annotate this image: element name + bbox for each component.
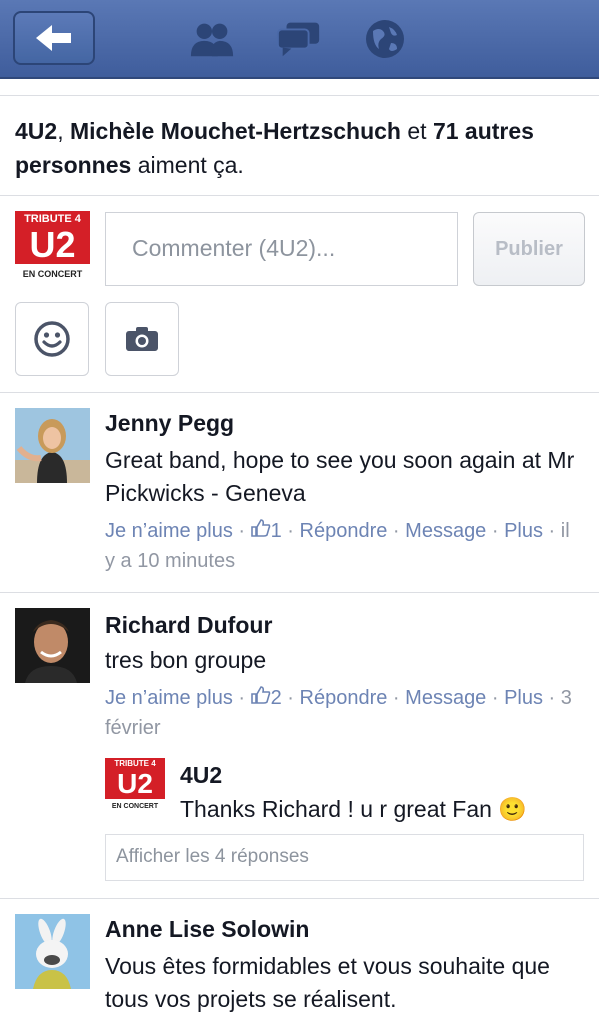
unlike-link[interactable]: Je n’aime plus bbox=[105, 687, 233, 709]
comment-input[interactable]: Commenter (4U2)... bbox=[105, 212, 458, 286]
reply-text: Thanks Richard ! u r great Fan 🙂 bbox=[180, 796, 527, 822]
emoji-button[interactable] bbox=[15, 302, 89, 376]
top-navigation-bar bbox=[0, 0, 599, 79]
messages-icon[interactable] bbox=[275, 18, 323, 60]
smiley-emoji-icon: 🙂 bbox=[498, 796, 527, 822]
photo-button[interactable] bbox=[105, 302, 179, 376]
comment-text: Vous êtes formidables et vous souhaite q… bbox=[105, 953, 550, 1012]
page-logo: TRIBUTE 4 U2 EN CONCERT bbox=[15, 211, 90, 286]
comment-author[interactable]: Anne Lise Solowin bbox=[105, 916, 309, 943]
message-link[interactable]: Message bbox=[405, 520, 486, 542]
more-link[interactable]: Plus bbox=[504, 687, 543, 709]
unlike-link[interactable]: Je n’aime plus bbox=[105, 520, 233, 542]
like-count[interactable]: 2 bbox=[250, 686, 282, 709]
divider bbox=[0, 592, 599, 593]
camera-icon bbox=[126, 327, 158, 351]
comment-text: tres bon groupe bbox=[105, 647, 267, 673]
friends-icon[interactable] bbox=[188, 18, 236, 60]
comment-actions: Je n’aime plus · 2 · Répondre · Message … bbox=[105, 686, 572, 739]
publish-button[interactable]: Publier bbox=[473, 212, 585, 286]
reply-link[interactable]: Répondre bbox=[300, 687, 388, 709]
comment-actions: Je n’aime plus · 1 · Répondre · Message … bbox=[105, 519, 570, 572]
liker-link[interactable]: 4U2 bbox=[15, 118, 57, 144]
reply-author[interactable]: 4U2 bbox=[180, 762, 222, 789]
avatar[interactable] bbox=[15, 608, 90, 683]
liker-link[interactable]: Michèle Mouchet-Hertzschuch bbox=[70, 118, 401, 144]
divider bbox=[0, 392, 599, 393]
comment-text: Great band, hope to see you soon again a… bbox=[105, 447, 575, 506]
divider bbox=[0, 95, 599, 96]
smiley-icon bbox=[34, 321, 70, 357]
thumbs-up-icon bbox=[250, 686, 270, 704]
divider bbox=[0, 898, 599, 899]
back-button[interactable] bbox=[13, 11, 95, 65]
like-count[interactable]: 1 bbox=[250, 519, 282, 542]
page-logo[interactable]: TRIBUTE 4 U2 EN CONCERT bbox=[105, 758, 165, 816]
message-link[interactable]: Message bbox=[405, 687, 486, 709]
more-link[interactable]: Plus bbox=[504, 520, 543, 542]
comment-author[interactable]: Jenny Pegg bbox=[105, 410, 234, 437]
reply-link[interactable]: Répondre bbox=[300, 520, 388, 542]
divider bbox=[0, 195, 599, 196]
globe-icon[interactable] bbox=[361, 18, 409, 60]
show-replies-button[interactable]: Afficher les 4 réponses bbox=[105, 834, 584, 881]
avatar[interactable] bbox=[15, 408, 90, 483]
comment-author[interactable]: Richard Dufour bbox=[105, 612, 272, 639]
likes-summary: 4U2, Michèle Mouchet-Hertzschuch et 71 a… bbox=[15, 118, 534, 178]
thumbs-up-icon bbox=[250, 519, 270, 537]
avatar[interactable] bbox=[15, 914, 90, 989]
back-arrow-icon bbox=[36, 25, 71, 51]
